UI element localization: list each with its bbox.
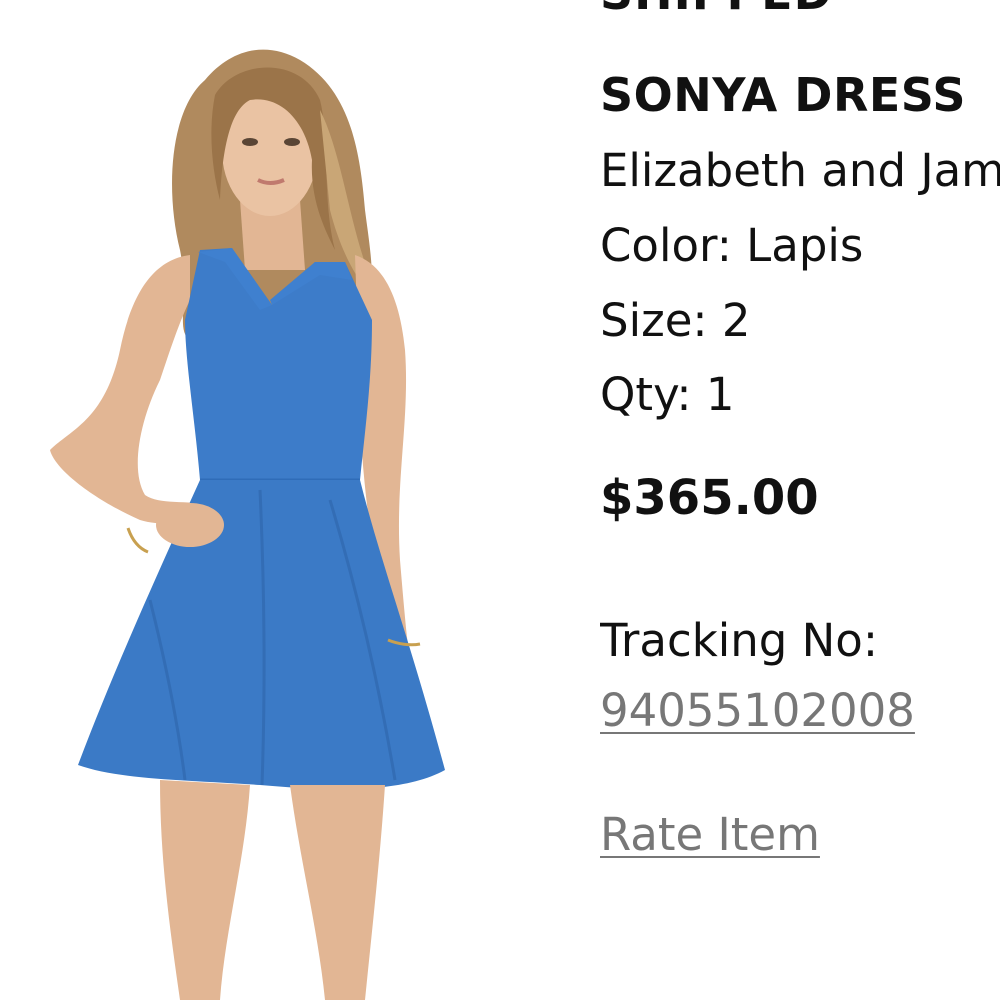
color-attribute: Color: Lapis [600, 219, 863, 273]
qty-value: 1 [705, 368, 735, 421]
size-value: 2 [721, 294, 751, 347]
color-label: Color: [600, 219, 732, 272]
brand-name: Elizabeth and James [600, 144, 1000, 197]
size-label: Size: [600, 294, 708, 347]
tracking-label: Tracking No: [600, 614, 878, 667]
color-value: Lapis [746, 219, 864, 272]
quantity-attribute: Qty: 1 [600, 368, 735, 422]
order-item-screen: SHIPPED SONYA DRESS Elizabeth and James … [0, 0, 1000, 1000]
model-in-dress-image [50, 49, 445, 1000]
product-photo[interactable] [0, 0, 520, 1000]
order-item-details: SHIPPED SONYA DRESS Elizabeth and James … [600, 0, 1000, 1000]
tracking-number-link[interactable]: 94055102008 [600, 684, 915, 737]
product-name[interactable]: SONYA DRESS [600, 68, 966, 122]
size-attribute: Size: 2 [600, 294, 751, 348]
item-price: $365.00 [600, 470, 819, 526]
rate-item-link[interactable]: Rate Item [600, 808, 820, 861]
qty-label: Qty: [600, 368, 692, 421]
order-status: SHIPPED [600, 0, 833, 20]
